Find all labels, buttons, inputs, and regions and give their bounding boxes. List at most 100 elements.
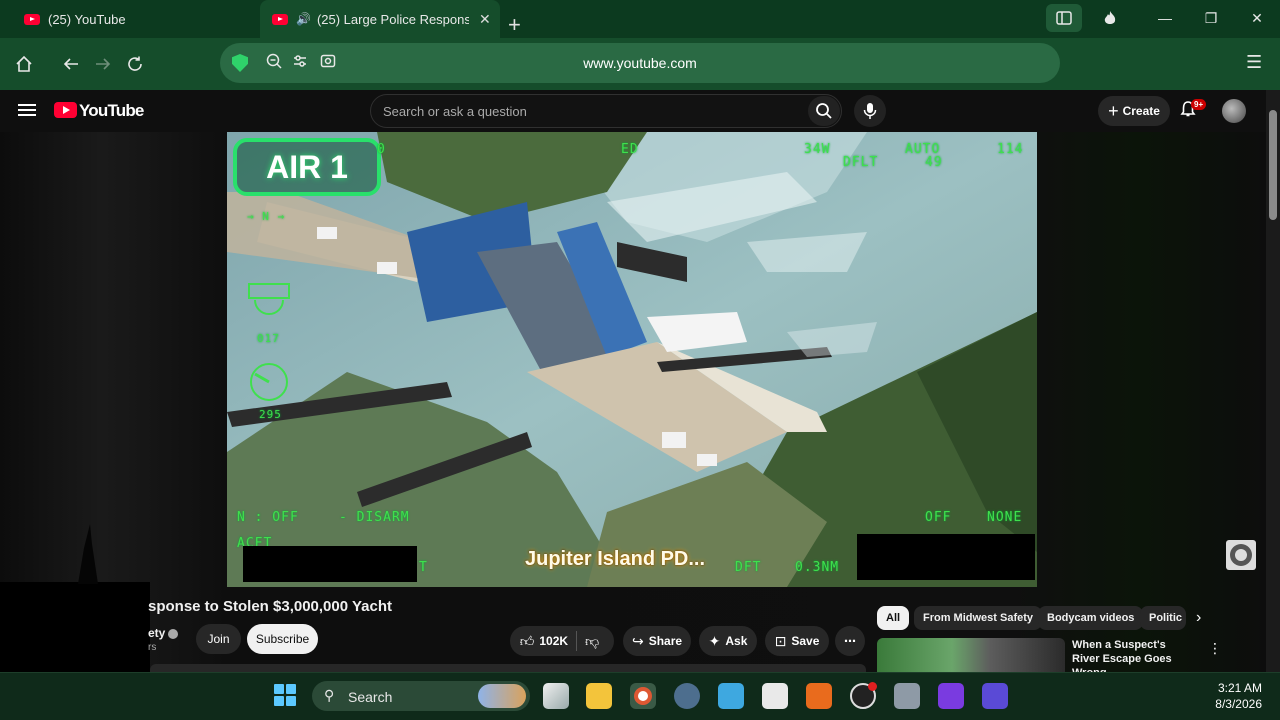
air1-overlay-logo: AIR 1 [233, 138, 381, 196]
hud-bottom-right-2: NONE [987, 510, 1023, 525]
channel-watermark-badge[interactable] [1226, 540, 1256, 570]
fl-studio-icon[interactable] [806, 683, 832, 709]
search-input[interactable]: Search or ask a question [383, 104, 527, 119]
address-bar[interactable]: www.youtube.com [220, 43, 1060, 83]
close-window-button[interactable]: ✕ [1235, 0, 1279, 36]
settings-gear-icon[interactable] [674, 683, 700, 709]
sidebar-icon [1056, 11, 1072, 25]
snipping-tool-icon[interactable] [762, 683, 788, 709]
like-divider [576, 631, 578, 651]
subscribe-button[interactable]: Subscribe [247, 624, 318, 654]
taskbar-search-label: Search [348, 689, 393, 705]
more-actions-button[interactable]: ⋯ [835, 626, 865, 656]
search-button[interactable] [808, 96, 840, 126]
tab-youtube[interactable]: (25) YouTube [24, 0, 254, 38]
recommendation-thumbnail[interactable] [877, 638, 1065, 672]
save-button[interactable]: ⊡ Save [765, 626, 829, 656]
like-icon[interactable]: 👍︎ [520, 633, 535, 650]
video-title: sponse to Stolen $3,000,000 Yacht [148, 598, 392, 615]
windows-start-icon[interactable] [274, 684, 296, 706]
calculator-icon[interactable] [894, 683, 920, 709]
browser-menu-button[interactable]: ☰ [1246, 52, 1262, 73]
hud-bottom-left-2: - DISARM [339, 510, 410, 525]
video-player[interactable]: AIR 1 0 ED 34W DFLT AUTO 49 114 → N → 01… [227, 132, 1037, 587]
clipchamp-icon[interactable] [938, 683, 964, 709]
share-button[interactable]: ↪ Share [623, 626, 691, 656]
home-button[interactable] [12, 52, 36, 76]
ask-button[interactable]: ✦ Ask [699, 626, 757, 656]
tab-label: (25) Large Police Response [316, 11, 469, 27]
chip-all[interactable]: All [877, 606, 910, 630]
chip-from-channel[interactable]: From Midwest Safety [914, 606, 1043, 630]
silhouette-figure [78, 524, 98, 584]
like-dislike-group: 👍︎ 102K 👎︎ [510, 626, 614, 656]
chevron-right-icon[interactable]: › [1196, 609, 1201, 627]
video-caption: Jupiter Island PD... [525, 548, 706, 570]
hud-bottom-right-1: OFF [925, 510, 952, 525]
notepad-icon[interactable] [718, 683, 744, 709]
notification-count-badge: 9+ [1191, 99, 1207, 110]
tab-label: (25) YouTube [48, 11, 126, 27]
reload-button[interactable] [123, 52, 147, 76]
back-button[interactable] [59, 52, 83, 76]
hud-gimbal-icon [248, 283, 290, 315]
more-horizontal-icon: ⋯ [844, 634, 856, 648]
microphone-icon [863, 103, 877, 119]
sidebar-toggle-button[interactable] [1046, 4, 1082, 32]
channel-name-text[interactable]: ety [148, 626, 165, 640]
guide-menu-button[interactable] [18, 101, 36, 119]
close-tab-icon[interactable]: ✕ [479, 11, 491, 28]
save-label: Save [791, 634, 820, 648]
hud-bottom-right-4: 0.3NM [795, 560, 840, 575]
more-vertical-icon[interactable]: ⋮ [1208, 640, 1222, 657]
speaker-icon[interactable]: 🔊 [296, 12, 311, 26]
ask-label: Ask [725, 634, 748, 648]
duckduckgo-browser-icon[interactable] [630, 683, 656, 709]
hud-top-right-2: DFLT [843, 155, 879, 170]
flame-icon[interactable] [1088, 0, 1132, 36]
share-label: Share [648, 634, 683, 648]
plus-icon: + [1108, 100, 1119, 121]
taskbar-clock-date[interactable]: 8/3/2026 [1200, 697, 1262, 711]
scrollbar-thumb[interactable] [1269, 110, 1277, 220]
join-button[interactable]: Join [196, 624, 241, 654]
app-icon[interactable] [982, 683, 1008, 709]
create-button[interactable]: + Create [1098, 96, 1170, 126]
chip-politics[interactable]: Politic [1140, 606, 1186, 630]
minimize-button[interactable]: — [1143, 0, 1187, 36]
channel-name[interactable]: ety [148, 626, 179, 640]
hud-top-mid: ED [621, 142, 639, 157]
reload-icon [128, 56, 142, 71]
subscriber-count: rs [148, 642, 157, 653]
youtube-wordmark[interactable]: YouTube [79, 101, 144, 121]
forward-button[interactable] [91, 52, 115, 76]
back-arrow-icon [63, 58, 78, 70]
sparkle-icon: ✦ [708, 632, 721, 649]
hud-bottom-right-3: DFT [735, 560, 762, 575]
recording-dot-icon [868, 682, 877, 691]
hud-top-right-5: 114 [997, 142, 1024, 157]
taskbar-search[interactable]: ⚲ Search [312, 681, 530, 711]
search-icon [816, 103, 832, 119]
redaction-box-left [243, 546, 417, 582]
youtube-logo-icon[interactable] [54, 102, 77, 118]
home-icon [16, 55, 32, 72]
tab-large-police-response[interactable]: 🔊 (25) Large Police Response ✕ [260, 0, 500, 38]
file-explorer-icon[interactable] [586, 683, 612, 709]
url-text[interactable]: www.youtube.com [220, 55, 1060, 71]
create-label: Create [1122, 104, 1160, 118]
voice-search-button[interactable] [854, 95, 886, 127]
share-icon: ↪ [631, 632, 644, 649]
bookmark-icon: ⊡ [774, 632, 787, 649]
dislike-icon[interactable]: 👎︎ [585, 633, 599, 650]
hud-value-1: 017 [257, 332, 280, 345]
taskbar-clock-time[interactable]: 3:21 AM [1210, 681, 1262, 695]
chip-bodycam-videos[interactable]: Bodycam videos [1038, 606, 1144, 630]
youtube-favicon-icon [272, 13, 288, 25]
account-avatar[interactable] [1222, 99, 1246, 123]
search-box[interactable]: Search or ask a question [370, 94, 842, 128]
like-count[interactable]: 102K [539, 634, 568, 648]
task-view-icon[interactable] [543, 683, 569, 709]
hud-top-right-4: 49 [925, 155, 943, 170]
restore-button[interactable]: ❐ [1189, 0, 1233, 36]
